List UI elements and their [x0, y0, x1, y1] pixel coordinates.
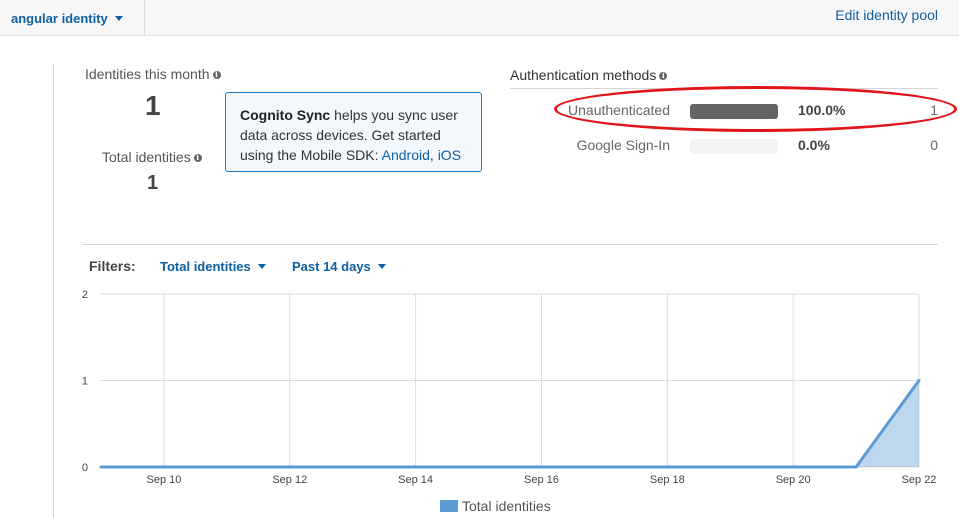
data-point	[99, 465, 103, 469]
time-range-filter-dropdown[interactable]: Past 14 days	[292, 259, 386, 274]
data-point	[288, 465, 292, 469]
identities-this-month-value: 1	[145, 90, 161, 121]
data-point	[665, 465, 669, 469]
data-point	[414, 465, 418, 469]
legend-label: Total identities	[462, 498, 551, 514]
data-point	[225, 465, 229, 469]
x-tick-label: Sep 18	[650, 474, 685, 486]
ios-link[interactable]: iOS	[438, 147, 461, 163]
section-divider	[82, 244, 938, 245]
identities-this-month-label: Identities this month i	[85, 66, 221, 82]
auth-method-row-unauthenticated: Unauthenticated 100.0% 1	[510, 101, 938, 121]
x-tick-label: Sep 10	[146, 474, 181, 486]
edit-identity-pool-link[interactable]: Edit identity pool	[835, 7, 938, 23]
x-tick-label: Sep 16	[524, 474, 559, 486]
chart-legend: Total identities	[440, 498, 551, 514]
y-tick-label: 2	[82, 289, 88, 301]
auth-methods-divider	[510, 88, 938, 89]
x-tick-label: Sep 14	[398, 474, 433, 486]
auth-method-name: Unauthenticated	[568, 102, 670, 118]
auth-method-percent: 0.0%	[798, 137, 830, 153]
authentication-methods-title: Authentication methods i	[510, 67, 668, 83]
top-bar: angular identity Edit identity pool	[0, 0, 959, 36]
chevron-down-icon	[114, 15, 123, 21]
data-point	[791, 465, 795, 469]
data-point	[728, 465, 732, 469]
y-tick-label: 0	[82, 462, 88, 474]
legend-swatch	[440, 500, 458, 512]
auth-method-bar-fill	[690, 104, 778, 119]
auth-method-count: 0	[930, 137, 938, 153]
link-separator: ,	[429, 147, 438, 163]
data-point	[854, 465, 858, 469]
identity-pool-name: angular identity	[11, 10, 108, 26]
series-area	[101, 380, 919, 467]
x-tick-label: Sep 12	[272, 474, 307, 486]
total-identities-value: 1	[147, 172, 159, 194]
identities-chart: 0 1 2 Sep 10 Sep 12 Sep 14 Sep 16 Sep 18 Sep 20 S…	[82, 289, 937, 486]
y-tick-label: 1	[82, 376, 88, 388]
auth-method-bar	[690, 139, 778, 154]
auth-method-row-google: Google Sign-In 0.0% 0	[510, 136, 938, 156]
cognito-sync-title: Cognito Sync	[240, 107, 331, 123]
auth-method-count: 1	[930, 102, 938, 118]
android-link[interactable]: Android	[382, 147, 430, 163]
identity-pool-dashboard: angular identity Edit identity pool Iden…	[0, 0, 959, 518]
data-point	[917, 379, 921, 382]
data-point	[539, 465, 543, 469]
auth-method-percent: 100.0%	[798, 102, 846, 118]
data-point	[477, 465, 481, 469]
data-point	[162, 465, 166, 469]
data-point	[602, 465, 606, 469]
data-point	[351, 465, 355, 469]
auth-method-name: Google Sign-In	[576, 137, 670, 153]
info-icon[interactable]: i	[212, 71, 221, 80]
filters-label: Filters:	[89, 258, 136, 274]
info-icon[interactable]: i	[659, 72, 668, 81]
total-identities-label: Total identities i	[102, 149, 202, 165]
series-line	[101, 379, 921, 469]
x-tick-label: Sep 22	[902, 474, 937, 486]
x-tick-label: Sep 20	[776, 474, 811, 486]
chevron-down-icon	[377, 264, 386, 269]
metric-filter-dropdown[interactable]: Total identities	[160, 259, 266, 274]
identity-pool-dropdown[interactable]: angular identity	[0, 0, 145, 36]
chevron-down-icon	[257, 264, 266, 269]
auth-method-bar	[690, 104, 778, 119]
info-icon[interactable]: i	[193, 154, 202, 163]
cognito-sync-info-box: Cognito Sync helps you sync user data ac…	[225, 92, 482, 172]
